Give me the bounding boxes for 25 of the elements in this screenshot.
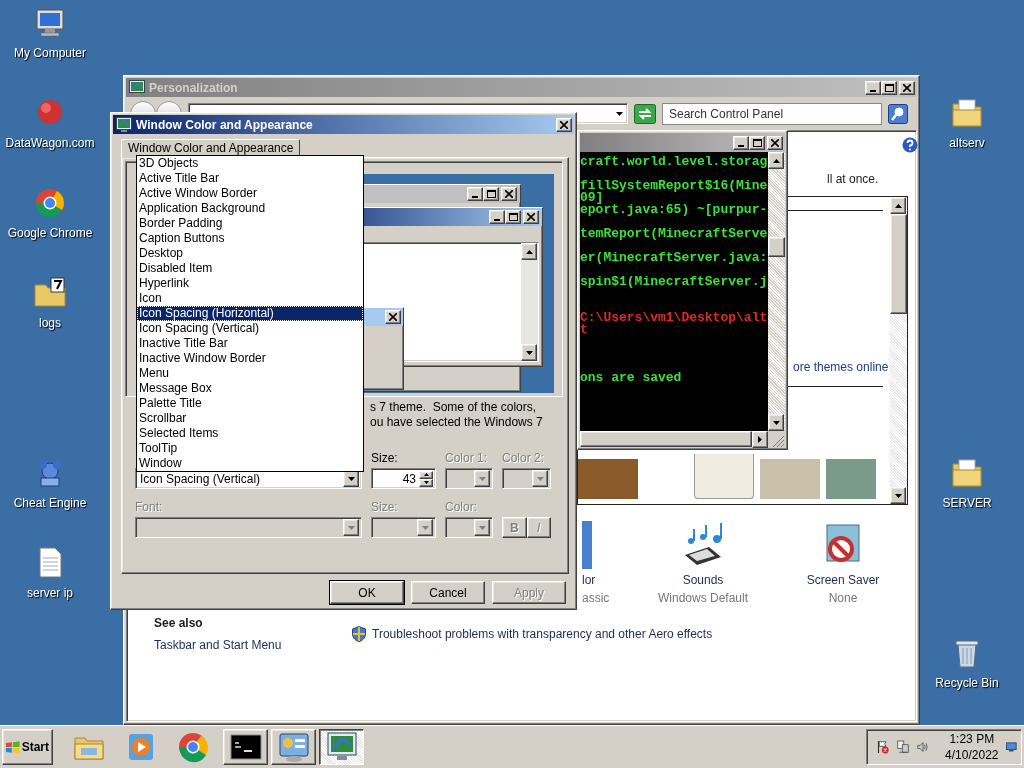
field-label: Font:	[135, 500, 164, 516]
field-label: Size:	[371, 451, 399, 467]
console-line: craft.world.level.storag	[580, 156, 768, 168]
console-line: 09]	[580, 192, 604, 204]
console-line: t	[580, 324, 588, 336]
field-label: Size:	[371, 500, 399, 516]
console-line: eport.java:65) ~[purpur-	[580, 204, 768, 216]
console-line: C:\Users\vm1\Desktop\alt	[580, 312, 768, 324]
console-line: spin$1(MinecraftServer.j	[580, 276, 768, 288]
field-label: Color 2:	[502, 451, 546, 467]
console-line: er(MinecraftServer.java:	[580, 252, 768, 264]
setting-value: assic	[582, 591, 610, 605]
console-line: fillSystemReport$16(Mine	[580, 180, 768, 192]
field-label: Color:	[445, 500, 478, 516]
window-title: Personalization	[149, 80, 239, 95]
console-line: temReport(MinecraftServe	[580, 228, 768, 240]
description-text: ou have selected the Windows 7	[370, 415, 544, 430]
section-heading: See also	[154, 616, 204, 630]
console-line: ons are saved	[580, 372, 683, 384]
description-text: ll at once.	[827, 172, 879, 186]
dialog-title: Window Color and Appearance	[136, 117, 314, 132]
description-text: s 7 theme. Some of the colors,	[370, 400, 538, 415]
setting-value: None	[828, 591, 858, 605]
setting-value: Windows Default	[657, 591, 748, 605]
field-label: Color 1:	[445, 451, 489, 467]
